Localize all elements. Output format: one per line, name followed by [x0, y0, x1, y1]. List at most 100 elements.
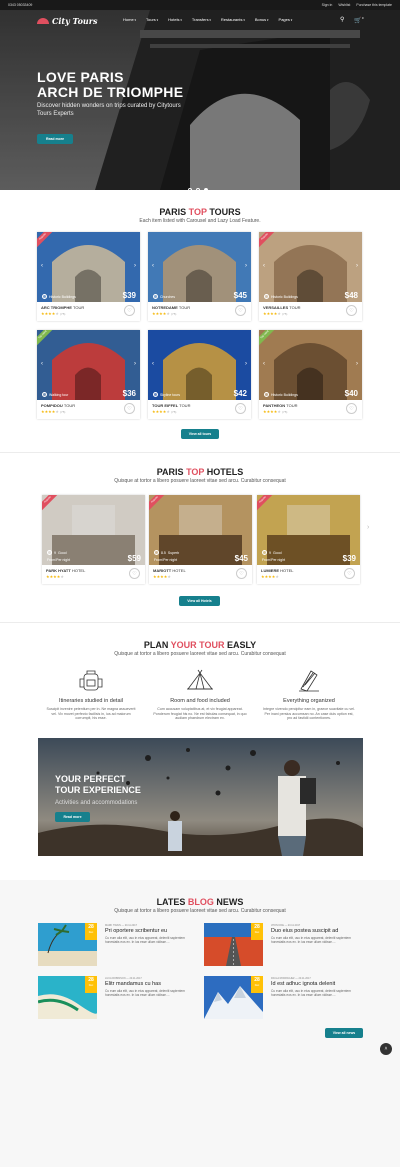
view-all-tours-button[interactable]: View all tours [181, 429, 219, 439]
hotel-card[interactable]: Popular 9 Good From/Per night $39 LUMIERE HO… [257, 495, 360, 584]
tour-name[interactable]: TOUR EIFFEL TOUR [152, 403, 247, 408]
post-title[interactable]: Pri oportere scribentur eu [105, 928, 167, 934]
tour-image[interactable]: ‹ › Churches $45 [148, 232, 251, 302]
wishlist-heart-icon[interactable]: ♡ [235, 403, 246, 414]
next-arrow-icon[interactable]: › [356, 263, 358, 269]
site-logo[interactable]: City Tours [37, 16, 97, 26]
hotel-image[interactable]: Popular 9 Good From/Per night $39 [257, 495, 360, 565]
search-icon[interactable]: ⚲ [340, 16, 344, 24]
category-tag: Skyline tours [153, 392, 180, 397]
slider-dots [188, 188, 208, 190]
plan-title: PLAN YOUR TOUR EASLY [143, 640, 257, 650]
date-badge: 28 Dec [251, 976, 263, 993]
menu-home[interactable]: Home [123, 17, 136, 22]
tour-name[interactable]: VERSAILLES TOUR [263, 305, 358, 310]
tour-name[interactable]: ARC TRIOMPHE TOUR [41, 305, 136, 310]
wishlist-heart-icon[interactable]: ♡ [235, 305, 246, 316]
wishlist-heart-icon[interactable]: ♡ [129, 568, 140, 579]
next-arrow-icon[interactable]: › [134, 263, 136, 269]
wishlist-heart-icon[interactable]: ♡ [124, 403, 135, 414]
hotels-next-arrow-icon[interactable]: › [367, 524, 369, 531]
prev-arrow-icon[interactable]: ‹ [152, 263, 154, 269]
tour-card[interactable]: Top rated ‹ › Historic Buildings $40 PANTHEON… [259, 330, 362, 419]
feature-organized: Everything organized Integre vivendo per… [262, 667, 356, 721]
hotel-card[interactable]: Popular 8.5 Superb From/Per night $45 MARIOT… [149, 495, 252, 584]
hotel-name[interactable]: PARK HYATT HOTEL [46, 568, 141, 573]
hero-read-more-button[interactable]: Read more [37, 134, 73, 144]
per-night-label: From/Per night [47, 558, 71, 562]
menu-restaurants[interactable]: Restaurants [221, 17, 245, 22]
post-title[interactable]: Duo eius postea suscipit ad [271, 928, 338, 934]
slide-dot-2[interactable] [196, 188, 200, 190]
tour-card[interactable]: Top rated ‹ › Walking tour $36 POMPIDOU TOUR ★… [37, 330, 140, 419]
price-label: $42 [233, 389, 247, 398]
tour-image[interactable]: Top rated ‹ › Walking tour $36 [37, 330, 140, 400]
rating-stars: ★★★★★ (75) [263, 311, 288, 316]
menu-transfers[interactable]: Transfers [192, 17, 211, 22]
tour-image[interactable]: Popular ‹ › Historic Buildings $48 [259, 232, 362, 302]
post-meta: PAULA RODRIGUEZ — 20.11.2017 [271, 977, 311, 980]
tour-card[interactable]: ‹ › Skyline tours $42 TOUR EIFFEL TOUR ★★★★★ … [148, 330, 251, 419]
next-arrow-icon[interactable]: › [356, 361, 358, 367]
prev-arrow-icon[interactable]: ‹ [263, 263, 265, 269]
hotel-image[interactable]: Popular 8.5 Superb From/Per night $45 [149, 495, 252, 565]
wishlist-heart-icon[interactable]: ♡ [344, 568, 355, 579]
hotel-name[interactable]: LUMIERE HOTEL [261, 568, 356, 573]
slide-dot-1[interactable] [188, 188, 192, 190]
hotel-score: 8.5 Superb [154, 550, 179, 555]
category-icon [42, 294, 47, 299]
banner-read-more-button[interactable]: Read more [55, 812, 90, 822]
prev-arrow-icon[interactable]: ‹ [41, 361, 43, 367]
category-icon [264, 392, 269, 397]
tour-image[interactable]: Top rated ‹ › Historic Buildings $40 [259, 330, 362, 400]
post-meta: MARK TWAIN — 20.11.2017 [105, 924, 138, 927]
post-title[interactable]: Id est adhuc ignota delenit [271, 981, 335, 987]
rating-stars: ★★★★★ [153, 574, 171, 579]
tour-image[interactable]: ‹ › Skyline tours $42 [148, 330, 251, 400]
prev-arrow-icon[interactable]: ‹ [152, 361, 154, 367]
purchase-link[interactable]: Purchase this template [356, 3, 392, 7]
post-title[interactable]: Elitr mandamus cu has [105, 981, 161, 987]
next-arrow-icon[interactable]: › [245, 263, 247, 269]
main-navigation: City Tours Home Tours Hotels Transfers R… [0, 10, 400, 32]
post-excerpt: Cu eum alia elit, usu in eius appareat, … [105, 936, 185, 945]
sign-in-link[interactable]: Sign in [322, 3, 333, 7]
blog-post[interactable]: 28 Dec JHON DOE — 20.11.2017 Duo eius pos… [204, 923, 364, 966]
hotel-image[interactable]: Popular 9 Good From/Per night $59 [42, 495, 145, 565]
blog-post[interactable]: 28 Dec PAULA RODRIGUEZ — 20.11.2017 Id es… [204, 976, 364, 1019]
next-arrow-icon[interactable]: › [245, 361, 247, 367]
wishlist-heart-icon[interactable]: ♡ [124, 305, 135, 316]
tour-name[interactable]: PANTHEON TOUR [263, 403, 358, 408]
view-all-hotels-button[interactable]: View all Hotels [179, 596, 220, 606]
tour-card[interactable]: ‹ › Churches $45 NOTREDAME TOUR ★★★★★ (75) ♡ [148, 232, 251, 321]
menu-hotels[interactable]: Hotels [168, 17, 182, 22]
prev-arrow-icon[interactable]: ‹ [41, 263, 43, 269]
wishlist-link[interactable]: Wishlist [338, 3, 350, 7]
blog-post[interactable]: 28 Dec MARK TWAIN — 20.11.2017 Pri oporte… [38, 923, 198, 966]
tour-name[interactable]: NOTREDAME TOUR [152, 305, 247, 310]
wishlist-heart-icon[interactable]: ♡ [346, 403, 357, 414]
feature-room-food: Room and food included Cum accusam volup… [153, 667, 247, 721]
tour-card[interactable]: Popular ‹ › Historic Buildings $48 VERSAILLES… [259, 232, 362, 321]
view-all-news-button[interactable]: View all news [325, 1028, 363, 1038]
tour-card[interactable]: Popular ‹ › Historic Buildings $39 ARC TRIOMP… [37, 232, 140, 321]
prev-arrow-icon[interactable]: ‹ [263, 361, 265, 367]
tour-image[interactable]: Popular ‹ › Historic Buildings $39 [37, 232, 140, 302]
menu-pages[interactable]: Pages [279, 17, 293, 22]
menu-tours[interactable]: Tours [146, 17, 158, 22]
tour-name[interactable]: POMPIDOU TOUR [41, 403, 136, 408]
hotel-name[interactable]: MARIOTT HOTEL [153, 568, 248, 573]
blog-post[interactable]: 28 Dec LUCA ROBINSON — 20.11.2017 Elitr m… [38, 976, 198, 1019]
cart-icon[interactable]: 🛒0 [354, 16, 363, 24]
hotel-card[interactable]: Popular 9 Good From/Per night $59 PARK HYATT… [42, 495, 145, 584]
price-label: $39 [122, 291, 136, 300]
phone-number[interactable]: 0343 05033409 [8, 3, 32, 7]
back-to-top-icon[interactable]: ˄ [380, 1043, 392, 1055]
next-arrow-icon[interactable]: › [134, 361, 136, 367]
feature-title: Itineraries studied in detail [59, 698, 123, 704]
wishlist-heart-icon[interactable]: ♡ [236, 568, 247, 579]
slide-dot-3[interactable] [204, 188, 208, 190]
feature-text: Cum accusam voluptatibus at, et vix feug… [153, 707, 247, 720]
menu-bonus[interactable]: Bonus [255, 17, 269, 22]
wishlist-heart-icon[interactable]: ♡ [346, 305, 357, 316]
